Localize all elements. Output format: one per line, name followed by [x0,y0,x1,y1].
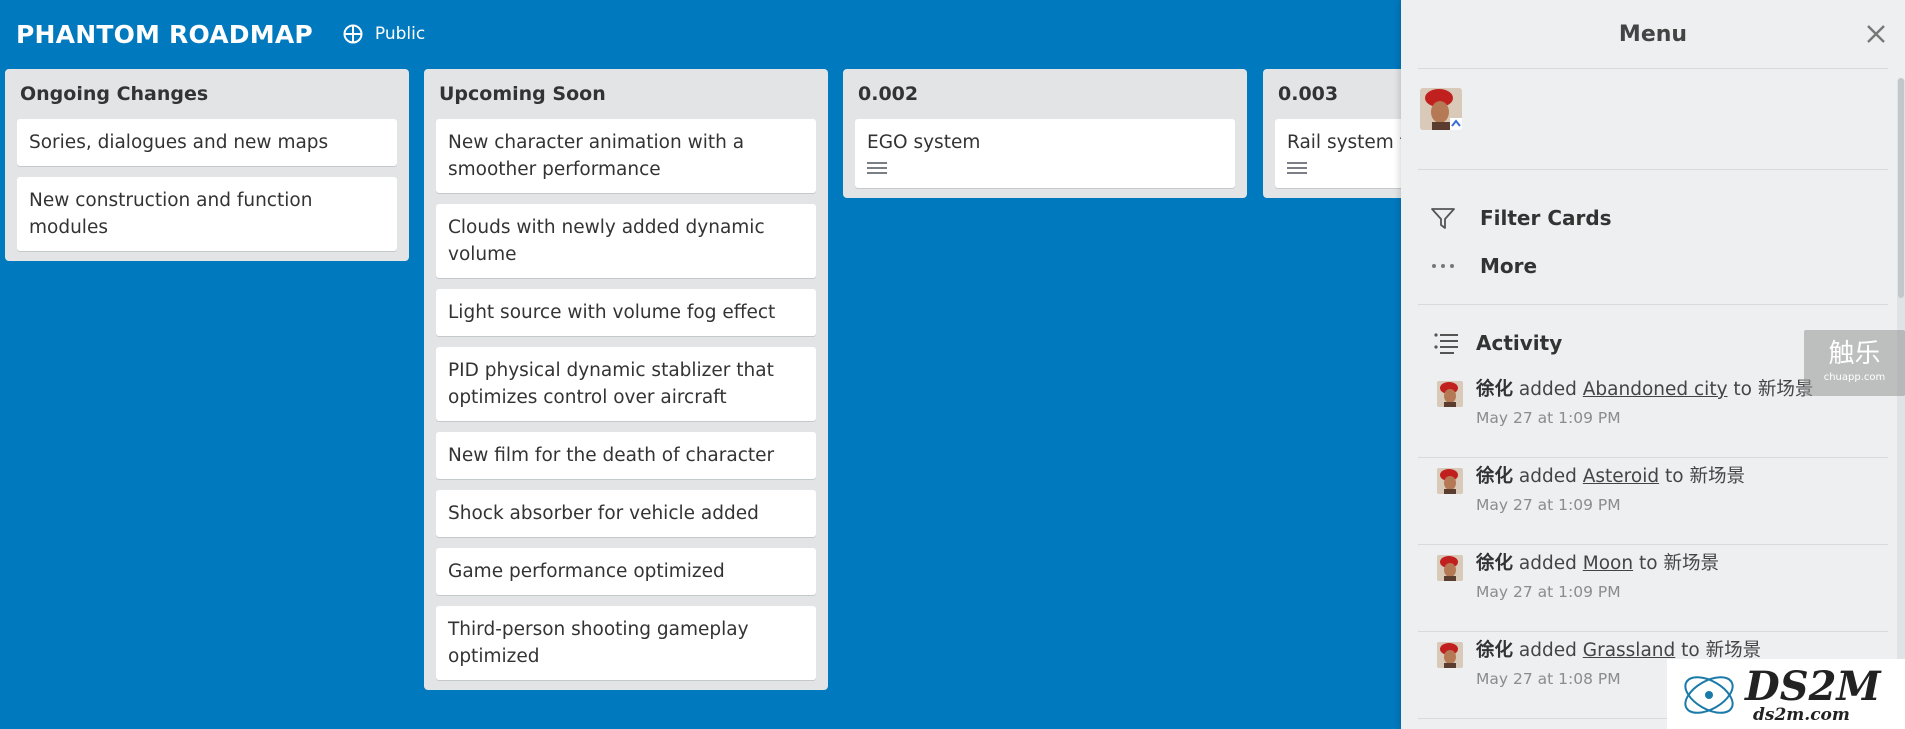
activity-text: 徐化 added Abandoned city to 新场景 [1476,375,1813,401]
activity-prep: to [1664,466,1684,487]
description-icon [1287,162,1307,178]
card[interactable]: New construction and function modules [17,177,397,251]
filter-cards-button[interactable]: Filter Cards [1418,194,1888,242]
ds2m-watermark: DS2M ds2m.com [1667,659,1905,729]
activity-timestamp[interactable]: May 27 at 1:09 PM [1476,409,1621,427]
card[interactable]: Sories, dialogues and new maps [17,119,397,166]
card[interactable]: Game performance optimized [436,548,816,595]
activity-item: 徐化 added Asteroid to 新场景 May 27 at 1:09 … [1418,458,1888,545]
activity-card-link[interactable]: Asteroid [1583,466,1659,487]
menu-header: Menu [1418,0,1888,69]
watermark-url: chuapp.com [1823,372,1886,383]
scrollbar-thumb[interactable] [1898,78,1904,298]
activity-card-link[interactable]: Grassland [1583,640,1676,661]
activity-timestamp[interactable]: May 27 at 1:09 PM [1476,496,1621,514]
filter-cards-label: Filter Cards [1480,206,1612,230]
activity-user[interactable]: 徐化 [1476,379,1513,400]
activity-prep: to [1681,640,1700,661]
activity-user[interactable]: 徐化 [1476,466,1513,487]
more-icon [1432,264,1454,268]
activity-timestamp[interactable]: May 27 at 1:08 PM [1476,670,1621,688]
activity-text: 徐化 added Asteroid to 新场景 [1476,462,1745,488]
card[interactable]: Shock absorber for vehicle added [436,490,816,537]
activity-card-link[interactable]: Moon [1583,553,1633,574]
activity-verb: added [1518,379,1577,400]
activity-verb: added [1518,466,1577,487]
list-title[interactable]: Upcoming Soon [436,69,816,119]
activity-user[interactable]: 徐化 [1476,640,1513,661]
activity-icon [1434,333,1458,354]
menu-scrollbar[interactable] [1897,78,1905,729]
list-0-002[interactable]: 0.002 EGO system [843,69,1247,198]
list-title[interactable]: Ongoing Changes [17,69,397,119]
globe-icon [343,24,363,44]
close-icon[interactable] [1864,22,1888,46]
activity-target: 新场景 [1705,640,1762,661]
activity-verb: added [1518,553,1577,574]
menu-actions: Filter Cards More [1418,170,1888,305]
activity-item: 徐化 added Moon to 新场景 May 27 at 1:09 PM [1418,545,1888,632]
avatar[interactable] [1437,642,1463,668]
card[interactable]: New character animation with a smoother … [436,119,816,193]
filter-icon [1431,208,1455,229]
card[interactable]: EGO system [855,119,1235,188]
avatar[interactable] [1437,381,1463,407]
board-members [1418,69,1888,170]
card-title: EGO system [867,132,981,153]
activity-target: 新场景 [1689,466,1745,487]
activity-user[interactable]: 徐化 [1476,553,1513,574]
avatar[interactable] [1420,88,1462,130]
chuapp-watermark: 触乐 chuapp.com [1804,330,1905,396]
watermark-logo-text: 触乐 [1828,339,1881,369]
card[interactable]: New film for the death of character [436,432,816,479]
ds2m-logo-icon [1684,676,1734,714]
list-title[interactable]: 0.002 [855,69,1235,119]
activity-prep: to [1638,553,1658,574]
card[interactable]: Third-person shooting gameplay optimized [436,606,816,680]
more-button[interactable]: More [1418,242,1888,290]
avatar[interactable] [1437,468,1463,494]
list-ongoing-changes[interactable]: Ongoing Changes Sories, dialogues and ne… [5,69,409,261]
activity-prep: to [1733,379,1752,400]
activity-timestamp[interactable]: May 27 at 1:09 PM [1476,583,1621,601]
watermark-url: ds2m.com [1753,705,1850,725]
activity-target: 新场景 [1663,553,1719,574]
card[interactable]: Light source with volume fog effect [436,289,816,336]
activity-verb: added [1518,640,1577,661]
menu-title: Menu [1618,22,1688,47]
visibility-label: Public [374,24,426,44]
activity-card-link[interactable]: Abandoned city [1583,379,1728,400]
list-upcoming-soon[interactable]: Upcoming Soon New character animation wi… [424,69,828,690]
visibility-button[interactable]: Public [343,24,425,44]
board-title[interactable]: PHANTOM ROADMAP [16,20,313,49]
more-label: More [1480,254,1538,278]
activity-label: Activity [1476,331,1563,355]
card[interactable]: PID physical dynamic stablizer that opti… [436,347,816,421]
watermark-logo-text: DS2M [1745,663,1881,710]
description-icon [867,162,887,178]
avatar[interactable] [1437,555,1463,581]
activity-text: 徐化 added Moon to 新场景 [1476,549,1719,575]
card[interactable]: Clouds with newly added dynamic volume [436,204,816,278]
